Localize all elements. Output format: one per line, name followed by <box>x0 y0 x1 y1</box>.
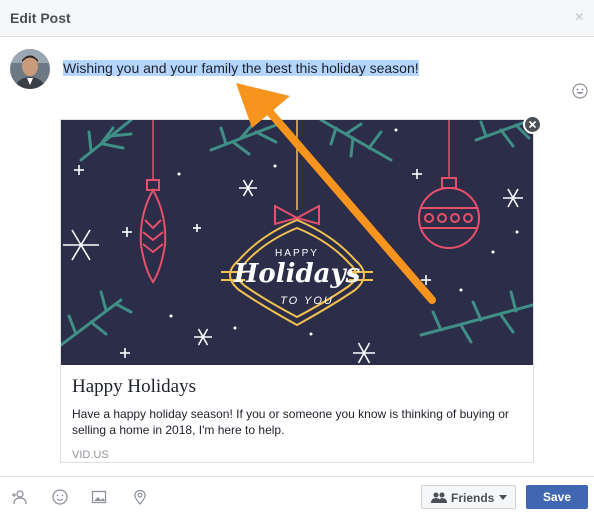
card-description: Have a happy holiday season! If you or s… <box>72 407 509 437</box>
post-text-input[interactable]: Wishing you and your family the best thi… <box>63 60 419 76</box>
audience-selector-button[interactable]: Friends <box>421 485 516 509</box>
card-image-text-main: Holidays <box>233 259 361 289</box>
emoji-icon[interactable] <box>572 83 588 99</box>
feeling-icon[interactable] <box>52 489 68 505</box>
tag-people-icon[interactable] <box>11 489 27 505</box>
dialog-title: Edit Post <box>10 10 71 26</box>
location-icon[interactable] <box>132 489 148 505</box>
audience-label: Friends <box>451 491 495 505</box>
dialog-footer: Friends Save <box>0 476 594 515</box>
dialog-header: Edit Post × <box>0 0 594 37</box>
post-text: Wishing you and your family the best thi… <box>63 60 419 76</box>
card-image-text-top: HAPPY <box>275 248 319 259</box>
close-icon <box>528 120 537 129</box>
card-domain: VID.US <box>72 449 109 461</box>
chevron-down-icon <box>499 495 507 500</box>
save-button[interactable]: Save <box>526 485 588 509</box>
avatar[interactable] <box>10 49 50 89</box>
photo-icon[interactable] <box>91 489 107 505</box>
card-body[interactable]: Happy Holidays Have a happy holiday seas… <box>72 376 522 461</box>
remove-preview-button[interactable] <box>523 115 542 134</box>
card-image-text-bottom: TO YOU <box>280 295 334 307</box>
link-preview-card[interactable]: HAPPY Holidays TO YOU Happy Holidays Hav… <box>60 119 534 463</box>
card-title[interactable]: Happy Holidays <box>72 376 522 398</box>
close-icon[interactable]: × <box>575 9 584 27</box>
friends-icon <box>431 492 447 503</box>
link-preview-image[interactable]: HAPPY Holidays TO YOU <box>61 120 533 365</box>
